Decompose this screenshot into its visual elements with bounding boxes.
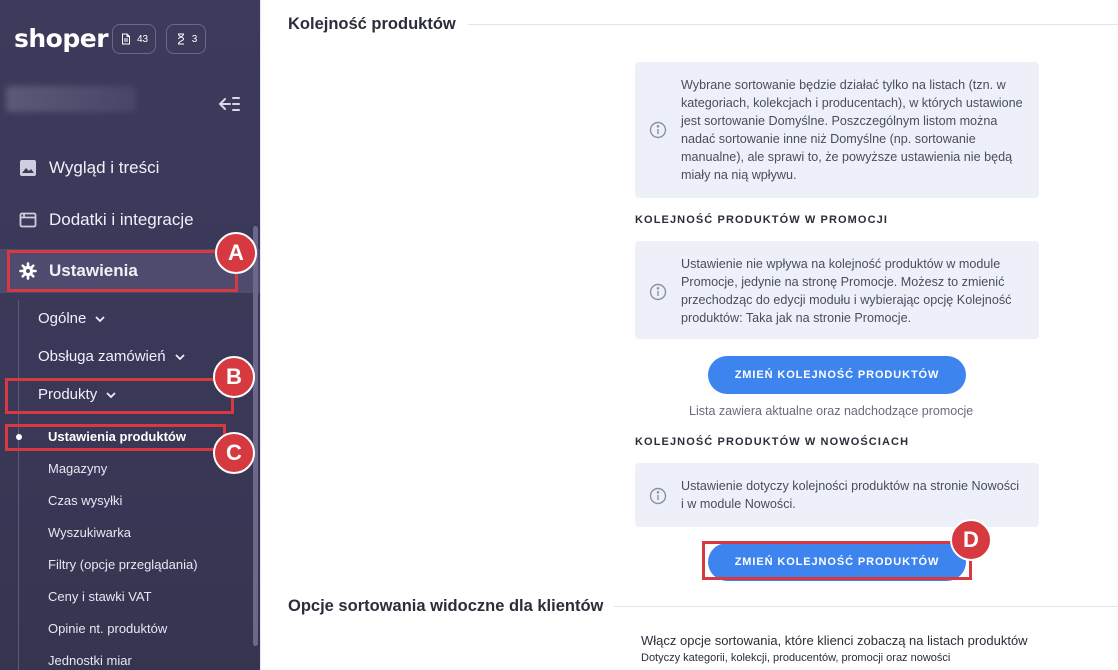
- submenu-orders-label: Obsługa zamówień: [38, 348, 166, 365]
- highlight-a: [7, 250, 238, 292]
- heading-news: KOLEJNOŚĆ PRODUKTÓW W NOWOŚCIACH: [635, 436, 910, 448]
- info-box-news: Ustawienie dotyczy kolejności produktów …: [635, 463, 1039, 527]
- info-box-promo: Ustawienie nie wpływa na kolejność produ…: [635, 241, 1039, 339]
- leaf-search[interactable]: Wyszukiwarka: [48, 525, 131, 540]
- window-icon: [19, 212, 37, 228]
- leaf-prices-vat[interactable]: Ceny i stawki VAT: [48, 589, 152, 604]
- submenu-guide-line: [18, 300, 19, 670]
- submenu-general-label: Ogólne: [38, 310, 87, 327]
- info-icon: [649, 487, 667, 505]
- store-name-blurred: [6, 86, 136, 112]
- image-icon: [20, 160, 36, 176]
- hourglass-icon: [177, 33, 184, 45]
- shoper-logo[interactable]: shoper: [14, 24, 109, 53]
- badge-a: A: [215, 232, 257, 274]
- change-order-promo-button[interactable]: ZMIEŃ KOLEJNOŚĆ PRODUKTÓW: [708, 356, 966, 394]
- leaf-reviews[interactable]: Opinie nt. produktów: [48, 621, 167, 636]
- info-icon: [649, 283, 667, 301]
- badge-d: D: [950, 519, 992, 561]
- heading-promo: KOLEJNOŚĆ PRODUKTÓW W PROMOCJI: [635, 214, 889, 226]
- promo-note: Lista zawiera aktualne oraz nadchodzące …: [689, 404, 974, 418]
- chevron-down-icon: [174, 353, 185, 360]
- tasks-counter[interactable]: 3: [166, 24, 206, 54]
- collapse-sidebar-icon[interactable]: [218, 95, 240, 113]
- tasks-count: 3: [191, 33, 198, 45]
- leaf-filters[interactable]: Filtry (opcje przeglądania): [48, 557, 198, 572]
- section-line: [614, 606, 1118, 607]
- sorting-description: Włącz opcje sortowania, które klienci zo…: [641, 633, 1028, 648]
- info-sorting-text: Wybrane sortowanie będzie działać tylko …: [681, 78, 1023, 182]
- section-line: [468, 24, 1118, 25]
- info-news-text: Ustawienie dotyczy kolejności produktów …: [681, 479, 1020, 511]
- pages-count: 43: [136, 33, 149, 45]
- badge-b: B: [213, 356, 255, 398]
- leaf-shipping-time[interactable]: Czas wysyłki: [48, 493, 122, 508]
- nav-looks-label: Wygląd i treści: [49, 158, 160, 177]
- info-promo-text: Ustawienie nie wpływa na kolejność produ…: [681, 257, 1012, 325]
- chevron-down-icon: [95, 315, 105, 322]
- nav-item-addons[interactable]: Dodatki i integracje: [0, 197, 260, 243]
- info-box-sorting: Wybrane sortowanie będzie działać tylko …: [635, 62, 1039, 198]
- submenu-orders[interactable]: Obsługa zamówień: [38, 348, 186, 365]
- sidebar-scrollbar[interactable]: [253, 226, 258, 646]
- nav-item-looks[interactable]: Wygląd i treści: [0, 145, 260, 191]
- highlight-b: [5, 378, 234, 414]
- section-title-order: Kolejność produktów: [288, 15, 456, 33]
- section-title-sorting-options: Opcje sortowania widoczne dla klientów: [288, 597, 604, 615]
- document-icon: [121, 33, 130, 45]
- leaf-warehouses[interactable]: Magazyny: [48, 461, 107, 476]
- sidebar: shoper 43 3 Wygląd i treści Dodatki i in…: [0, 0, 260, 670]
- submenu-general[interactable]: Ogólne: [38, 310, 106, 327]
- highlight-c: [5, 424, 226, 451]
- nav-addons-label: Dodatki i integracje: [49, 210, 194, 229]
- info-icon: [649, 121, 667, 139]
- pages-counter[interactable]: 43: [112, 24, 156, 54]
- highlight-d: [702, 541, 972, 580]
- leaf-units[interactable]: Jednostki miar: [48, 653, 132, 668]
- content-divider: [260, 0, 261, 670]
- badge-c: C: [213, 432, 255, 474]
- main-content: Kolejność produktów Wybrane sortowanie b…: [260, 0, 1118, 670]
- sorting-subdescription: Dotyczy kategorii, kolekcji, producentów…: [641, 652, 951, 664]
